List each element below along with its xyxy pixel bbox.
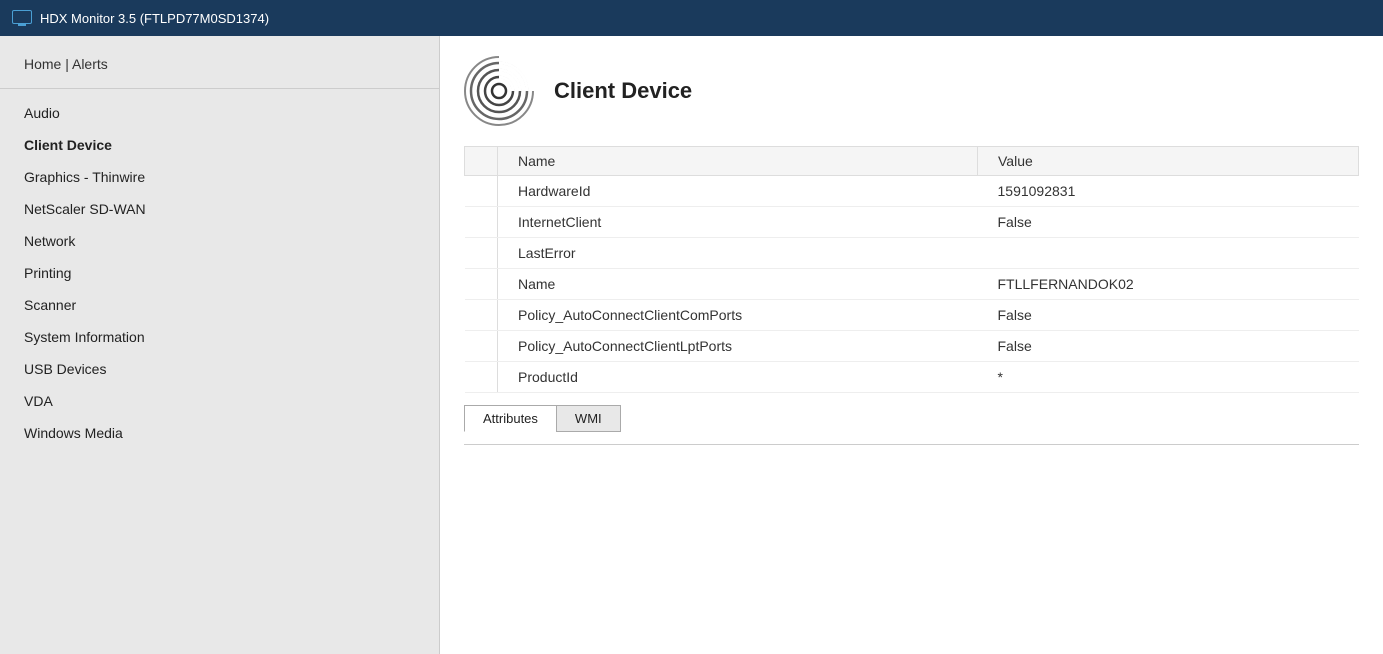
title-bar-text: HDX Monitor 3.5 (FTLPD77M0SD1374) bbox=[40, 11, 269, 26]
separator-line bbox=[464, 444, 1359, 445]
title-bar: HDX Monitor 3.5 (FTLPD77M0SD1374) bbox=[0, 0, 1383, 36]
sidebar-items-container: AudioClient DeviceGraphics - ThinwireNet… bbox=[0, 97, 439, 449]
sidebar-item-audio[interactable]: Audio bbox=[0, 97, 439, 129]
app-icon bbox=[12, 8, 32, 28]
sidebar-item-windows-media[interactable]: Windows Media bbox=[0, 417, 439, 449]
col-header-rownum bbox=[465, 147, 498, 176]
sidebar-item-client-device[interactable]: Client Device bbox=[0, 129, 439, 161]
sidebar-item-network[interactable]: Network bbox=[0, 225, 439, 257]
table-row: LastError bbox=[465, 238, 1359, 269]
table-cell-rownum bbox=[465, 269, 498, 300]
data-table: Name Value HardwareId1591092831InternetC… bbox=[464, 146, 1359, 393]
sidebar: Home | Alerts AudioClient DeviceGraphics… bbox=[0, 36, 440, 654]
table-cell-rownum bbox=[465, 238, 498, 269]
table-cell-name: HardwareId bbox=[498, 176, 978, 207]
tab-wmi[interactable]: WMI bbox=[556, 405, 621, 432]
col-header-value: Value bbox=[978, 147, 1359, 176]
table-row: Policy_AutoConnectClientLptPortsFalse bbox=[465, 331, 1359, 362]
tab-attributes[interactable]: Attributes bbox=[464, 405, 556, 432]
table-cell-rownum bbox=[465, 207, 498, 238]
sidebar-item-vda[interactable]: VDA bbox=[0, 385, 439, 417]
table-cell-name: Policy_AutoConnectClientLptPorts bbox=[498, 331, 978, 362]
table-row: InternetClientFalse bbox=[465, 207, 1359, 238]
main-layout: Home | Alerts AudioClient DeviceGraphics… bbox=[0, 36, 1383, 654]
sidebar-item-graphics-thinwire[interactable]: Graphics - Thinwire bbox=[0, 161, 439, 193]
table-row: NameFTLLFERNANDOK02 bbox=[465, 269, 1359, 300]
table-cell-value: FTLLFERNANDOK02 bbox=[978, 269, 1359, 300]
table-row: HardwareId1591092831 bbox=[465, 176, 1359, 207]
table-cell-value: False bbox=[978, 207, 1359, 238]
table-row: Policy_AutoConnectClientComPortsFalse bbox=[465, 300, 1359, 331]
sidebar-home[interactable]: Home | Alerts bbox=[0, 36, 439, 88]
sidebar-divider bbox=[0, 88, 439, 89]
table-cell-value bbox=[978, 238, 1359, 269]
table-body: HardwareId1591092831InternetClientFalseL… bbox=[465, 176, 1359, 393]
table-cell-rownum bbox=[465, 331, 498, 362]
page-header: Client Device bbox=[464, 56, 1359, 126]
table-cell-value: False bbox=[978, 300, 1359, 331]
sidebar-item-printing[interactable]: Printing bbox=[0, 257, 439, 289]
page-title: Client Device bbox=[554, 78, 692, 104]
table-header-row: Name Value bbox=[465, 147, 1359, 176]
table-row: ProductId* bbox=[465, 362, 1359, 393]
table-cell-value: * bbox=[978, 362, 1359, 393]
sidebar-item-netscaler-sdwan[interactable]: NetScaler SD-WAN bbox=[0, 193, 439, 225]
table-cell-name: Policy_AutoConnectClientComPorts bbox=[498, 300, 978, 331]
table-cell-name: InternetClient bbox=[498, 207, 978, 238]
table-cell-rownum bbox=[465, 300, 498, 331]
content-area: Client Device Name Value HardwareId15910… bbox=[440, 36, 1383, 654]
sidebar-item-usb-devices[interactable]: USB Devices bbox=[0, 353, 439, 385]
tabs-row: AttributesWMI bbox=[464, 405, 1359, 432]
table-cell-value: 1591092831 bbox=[978, 176, 1359, 207]
table-cell-rownum bbox=[465, 362, 498, 393]
table-cell-rownum bbox=[465, 176, 498, 207]
table-cell-name: ProductId bbox=[498, 362, 978, 393]
table-cell-name: Name bbox=[498, 269, 978, 300]
col-header-name: Name bbox=[498, 147, 978, 176]
client-device-icon bbox=[464, 56, 534, 126]
table-cell-name: LastError bbox=[498, 238, 978, 269]
sidebar-item-scanner[interactable]: Scanner bbox=[0, 289, 439, 321]
table-cell-value: False bbox=[978, 331, 1359, 362]
sidebar-item-system-information[interactable]: System Information bbox=[0, 321, 439, 353]
